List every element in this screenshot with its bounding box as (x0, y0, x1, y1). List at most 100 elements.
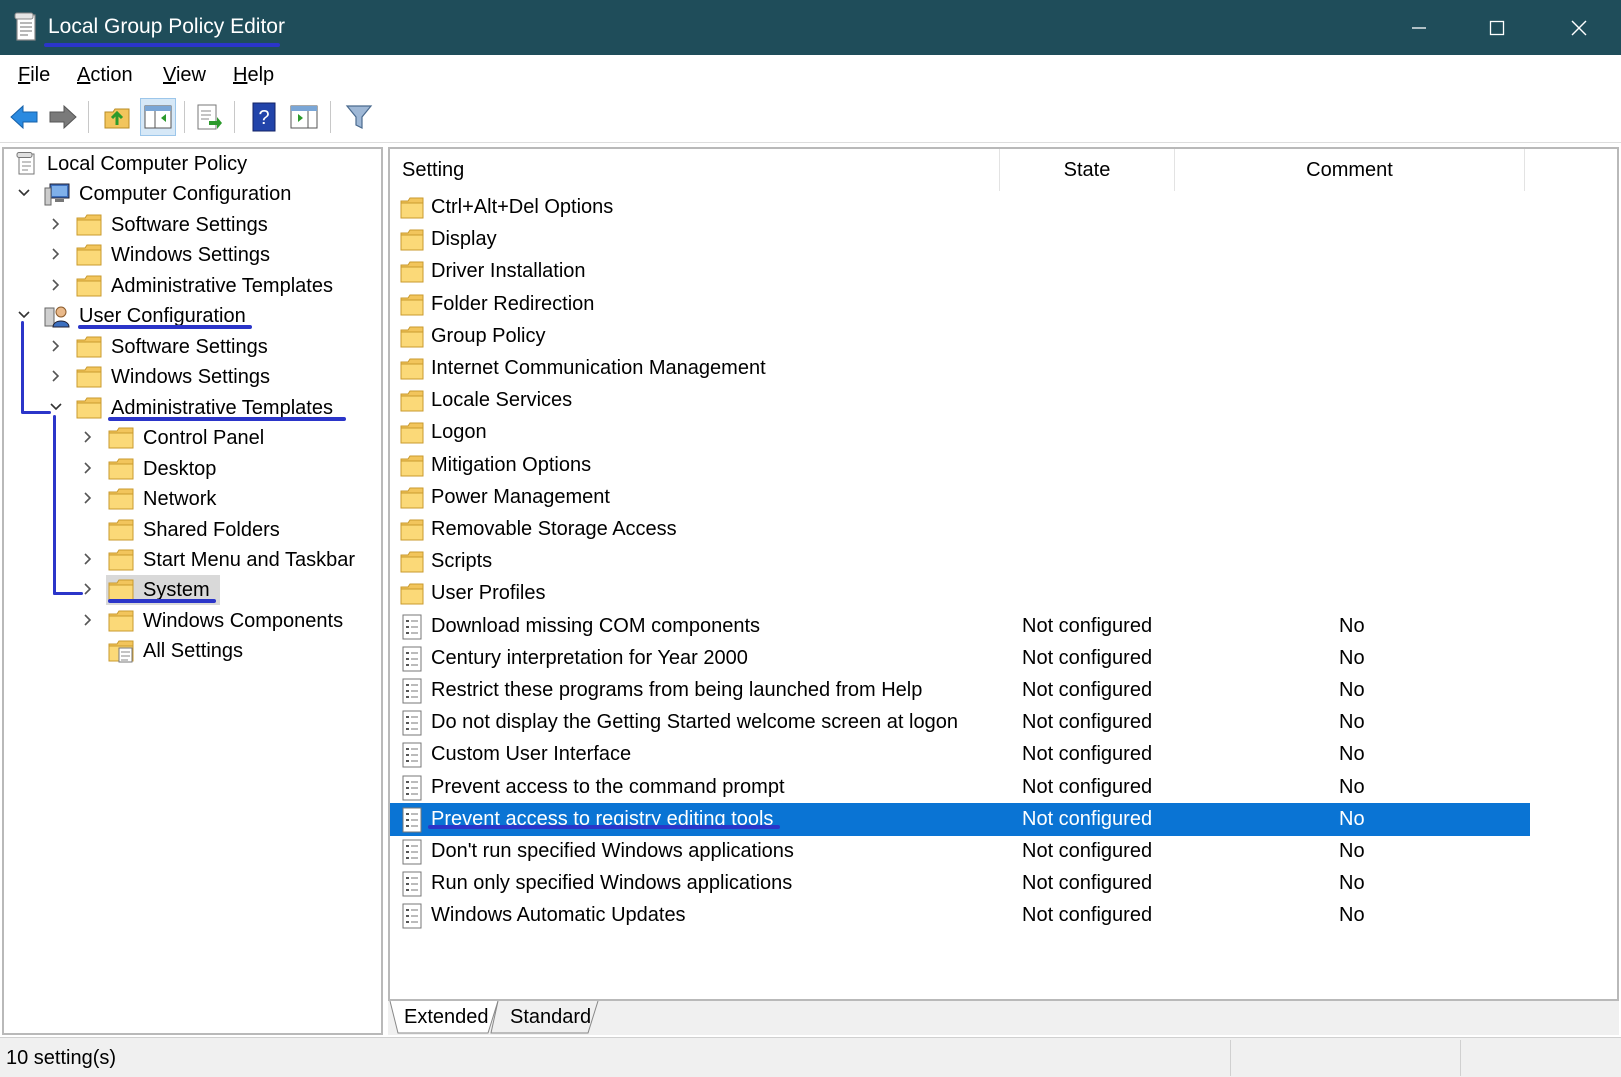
annotation-connector (21, 411, 51, 414)
column-header-setting[interactable]: Setting (390, 149, 1000, 191)
setting-name: Prevent access to registry editing tools (431, 807, 774, 830)
tree-item-cc-windows-settings[interactable]: Windows Settings (46, 240, 376, 270)
setting-state: Not configured (1022, 872, 1153, 895)
show-hide-action-pane-button[interactable] (286, 98, 322, 136)
tab-standard[interactable]: Standard (510, 1001, 591, 1033)
annotation-underline (108, 417, 346, 421)
menu-file[interactable]: File (18, 63, 50, 87)
setting-comment: No (1339, 904, 1365, 927)
list-item-setting[interactable]: Custom User Interface Not configured No (390, 738, 1530, 771)
annotation-connector (53, 592, 83, 595)
list-item-folder[interactable]: Logon (390, 416, 1530, 449)
list-item-folder[interactable]: Mitigation Options (390, 449, 1530, 482)
list-item-folder[interactable]: Driver Installation (390, 255, 1530, 288)
list-item-folder[interactable]: Power Management (390, 481, 1530, 514)
show-hide-console-tree-button[interactable] (140, 98, 176, 136)
list-item-folder[interactable]: Locale Services (390, 384, 1530, 417)
list-item-folder[interactable]: Display (390, 223, 1530, 256)
annotation-underline (44, 43, 280, 47)
minimize-button[interactable] (1380, 0, 1458, 55)
list-item-folder[interactable]: Internet Communication Management (390, 352, 1530, 385)
folder-icon (76, 275, 102, 297)
tree-item-computer-configuration[interactable]: Computer Configuration (14, 179, 374, 209)
help-button[interactable]: ? (246, 98, 282, 136)
menu-help[interactable]: Help (233, 63, 274, 87)
tree-item-windows-components[interactable]: Windows Components (78, 606, 378, 636)
tree-item-uc-windows-settings[interactable]: Windows Settings (46, 362, 376, 392)
list-item-setting[interactable]: Run only specified Windows applications N… (390, 867, 1530, 900)
setting-name: Restrict these programs from being launc… (431, 679, 923, 701)
list-item-setting[interactable]: Don't run specified Windows applications… (390, 835, 1530, 868)
filter-icon (345, 105, 373, 129)
folder-icon (400, 197, 424, 219)
policy-setting-icon (402, 614, 422, 640)
menu-view[interactable]: View (163, 63, 206, 87)
up-folder-icon (104, 108, 130, 129)
up-one-level-button[interactable] (99, 98, 135, 136)
toolbar-separator (234, 101, 235, 133)
folder-icon (400, 229, 424, 251)
tree-item-label: Start Menu and Taskbar (143, 549, 355, 571)
list-item-folder[interactable]: User Profiles (390, 577, 1530, 610)
tree-item-control-panel[interactable]: Control Panel (78, 423, 378, 453)
list-item-setting[interactable]: Prevent access to the command prompt Not … (390, 771, 1530, 804)
close-button[interactable] (1540, 0, 1618, 55)
console-tree[interactable]: Local Computer Policy Computer Configura… (2, 147, 383, 1035)
list-item-name: Group Policy (431, 324, 546, 347)
policy-setting-icon (402, 903, 422, 929)
list-item-folder[interactable]: Ctrl+Alt+Del Options (390, 191, 1530, 224)
menu-help-accel: H (233, 64, 248, 86)
tree-item-label: Administrative Templates (111, 275, 333, 297)
chevron-right-icon (84, 553, 91, 565)
tree-item-shared-folders[interactable]: Shared Folders (78, 515, 378, 545)
annotation-underline (108, 599, 216, 603)
list-item-name: Mitigation Options (431, 453, 592, 476)
tree-item-label: Network (143, 488, 217, 510)
list-item-setting[interactable]: Century interpretation for Year 2000 Not … (390, 642, 1530, 675)
folder-icon (76, 366, 102, 388)
list-item-setting[interactable]: Restrict these programs from being launc… (390, 674, 1530, 707)
tree-item-local-computer-policy[interactable]: Local Computer Policy (14, 149, 374, 179)
tree-item-label: Control Panel (143, 427, 265, 449)
tree-item-start-menu-and-taskbar[interactable]: Start Menu and Taskbar (78, 545, 378, 575)
tree-item-all-settings[interactable]: All Settings (78, 636, 378, 666)
list-item-folder[interactable]: Folder Redirection (390, 288, 1530, 321)
menu-action[interactable]: Action (77, 63, 133, 87)
setting-state: Not configured (1022, 711, 1153, 734)
list-item-name: Scripts (431, 550, 493, 573)
setting-name: Do not display the Getting Started welco… (431, 711, 958, 734)
forward-button[interactable] (45, 98, 81, 136)
list-item-setting[interactable]: Download missing COM components Not confi… (390, 610, 1530, 643)
tree-item-cc-administrative-templates[interactable]: Administrative Templates (46, 271, 376, 301)
back-button[interactable] (6, 98, 42, 136)
chevron-right-icon (52, 340, 59, 352)
list-item-setting[interactable]: Do not display the Getting Started welco… (390, 706, 1530, 739)
menu-action-accel: A (77, 64, 91, 86)
export-list-button[interactable] (191, 98, 227, 136)
list-item-folder[interactable]: Scripts (390, 545, 1530, 578)
show-hide-action-pane-icon (290, 105, 318, 129)
column-header-comment[interactable]: Comment (1175, 149, 1525, 191)
tree-item-cc-software-settings[interactable]: Software Settings (46, 210, 376, 240)
setting-comment: No (1339, 614, 1365, 637)
filter-options-button[interactable] (341, 98, 377, 136)
column-header-state[interactable]: State (1000, 149, 1175, 191)
tree-item-uc-software-settings[interactable]: Software Settings (46, 332, 376, 362)
list-item-name: Folder Redirection (431, 292, 595, 315)
list-item-setting-selected[interactable]: Prevent access to registry editing tools… (390, 802, 1530, 836)
list-item-folder[interactable]: Group Policy (390, 320, 1530, 353)
setting-comment: No (1339, 646, 1365, 669)
list-item-folder[interactable]: Removable Storage Access (390, 513, 1530, 546)
setting-state: Not configured (1022, 775, 1153, 798)
menu-file-accel: F (18, 64, 31, 86)
policy-setting-icon (402, 678, 422, 704)
annotation-connector (53, 415, 56, 595)
tree-item-network[interactable]: Network (78, 484, 378, 514)
tree-item-desktop[interactable]: Desktop (78, 454, 378, 484)
folder-icon (400, 261, 424, 283)
maximize-button[interactable] (1458, 0, 1536, 55)
policy-setting-icon (402, 742, 422, 768)
chevron-right-icon (84, 462, 91, 474)
list-item-setting[interactable]: Windows Automatic Updates Not configured N… (390, 899, 1530, 932)
tab-extended[interactable]: Extended (404, 1001, 489, 1033)
